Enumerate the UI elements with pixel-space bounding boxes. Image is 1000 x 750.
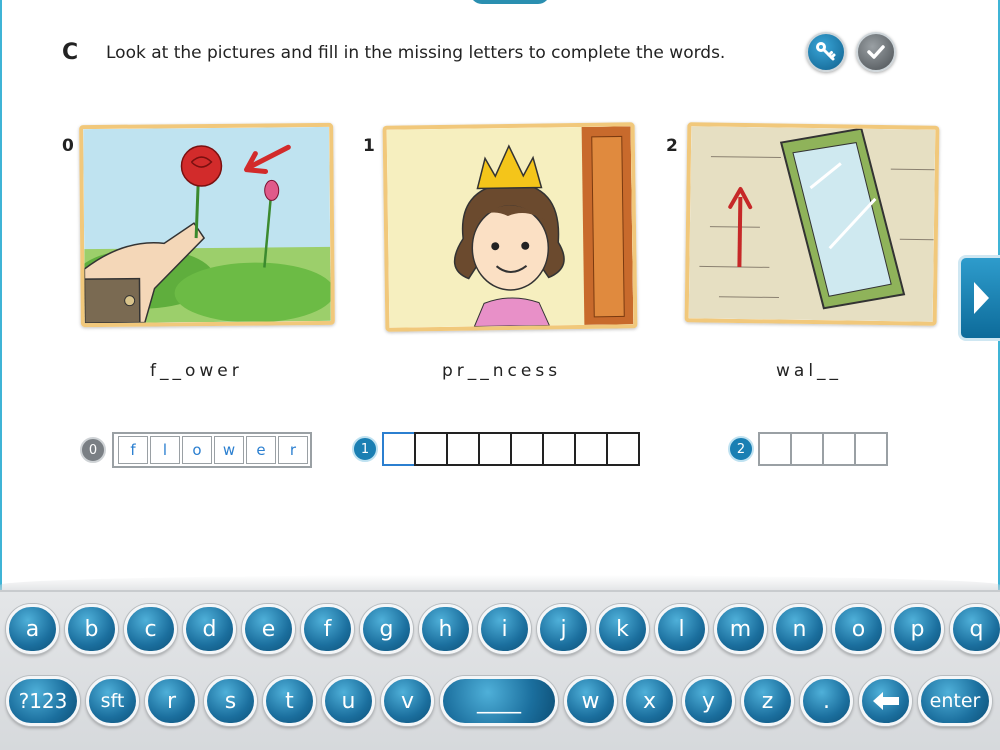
answer-boxes-2 <box>758 432 888 466</box>
letter-input-box[interactable] <box>382 432 416 466</box>
key-icon <box>816 42 836 61</box>
frame-left-border <box>0 0 2 590</box>
letter-input-box[interactable] <box>510 432 544 466</box>
check-answers-button[interactable] <box>856 32 896 72</box>
instruction-text: Look at the pictures and fill in the mis… <box>106 43 726 63</box>
answer-badge-0: 0 <box>80 437 106 463</box>
answer-boxes-1 <box>382 432 640 466</box>
key-y[interactable]: y <box>682 676 735 726</box>
key-space[interactable]: ____ <box>440 676 558 726</box>
keyboard-row-2: ?123 sft r s t u v ____ w x y z . enter <box>6 676 998 726</box>
key-t[interactable]: t <box>263 676 316 726</box>
key-enter[interactable]: enter <box>918 676 992 726</box>
keyboard-row-1: a b c d e f g h i j k l m n o p q <box>6 604 1000 654</box>
answer-key-button[interactable] <box>806 32 846 72</box>
answer-badge-2: 2 <box>728 436 754 462</box>
letter-input-box[interactable] <box>478 432 512 466</box>
word-clue-2: wal__ <box>776 361 843 381</box>
letter-input-box[interactable] <box>822 432 856 466</box>
key-b[interactable]: b <box>65 604 118 654</box>
answer-row-0: 0 f l o w e r <box>80 432 312 468</box>
key-s[interactable]: s <box>204 676 257 726</box>
chevron-right-icon <box>973 282 989 314</box>
key-e[interactable]: e <box>242 604 295 654</box>
key-z[interactable]: z <box>741 676 794 726</box>
answer-boxes-0: f l o w e r <box>112 432 312 468</box>
key-d[interactable]: d <box>183 604 236 654</box>
picture-flower <box>79 122 335 328</box>
key-period[interactable]: . <box>800 676 853 726</box>
key-w[interactable]: w <box>564 676 617 726</box>
letter-box: o <box>182 436 212 464</box>
key-x[interactable]: x <box>623 676 676 726</box>
letter-box: r <box>278 436 308 464</box>
key-j[interactable]: j <box>537 604 590 654</box>
key-v[interactable]: v <box>381 676 434 726</box>
word-clue-1: pr__ncess <box>442 361 562 381</box>
key-f[interactable]: f <box>301 604 354 654</box>
picture-number-1: 1 <box>363 136 375 156</box>
key-l[interactable]: l <box>655 604 708 654</box>
picture-princess <box>382 122 638 332</box>
key-g[interactable]: g <box>360 604 413 654</box>
letter-input-box[interactable] <box>542 432 576 466</box>
word-clue-0: f__ower <box>150 361 243 381</box>
section-letter: C <box>62 40 79 65</box>
key-k[interactable]: k <box>596 604 649 654</box>
letter-input-box[interactable] <box>790 432 824 466</box>
picture-wall <box>684 122 940 326</box>
key-n[interactable]: n <box>773 604 826 654</box>
letter-input-box[interactable] <box>574 432 608 466</box>
letter-box: w <box>214 436 244 464</box>
letter-input-box[interactable] <box>414 432 448 466</box>
backspace-arrow-icon <box>872 692 899 710</box>
answer-badge-1: 1 <box>352 436 378 462</box>
check-icon <box>867 45 885 59</box>
letter-input-box[interactable] <box>606 432 640 466</box>
key-shift[interactable]: sft <box>86 676 139 726</box>
answer-row-1: 1 <box>352 432 640 466</box>
onscreen-keyboard: a b c d e f g h i j k l m n o p q ?123 s… <box>0 590 1000 750</box>
key-o[interactable]: o <box>832 604 885 654</box>
picture-number-2: 2 <box>666 136 678 156</box>
key-i[interactable]: i <box>478 604 531 654</box>
letter-box: e <box>246 436 276 464</box>
letter-box: l <box>150 436 180 464</box>
key-c[interactable]: c <box>124 604 177 654</box>
next-page-button[interactable] <box>958 255 1000 341</box>
key-a[interactable]: a <box>6 604 59 654</box>
answer-row-2: 2 <box>728 432 888 466</box>
key-q[interactable]: q <box>950 604 1000 654</box>
key-u[interactable]: u <box>322 676 375 726</box>
letter-input-box[interactable] <box>758 432 792 466</box>
letter-input-box[interactable] <box>446 432 480 466</box>
key-numbers[interactable]: ?123 <box>6 676 80 726</box>
key-backspace[interactable] <box>859 676 912 726</box>
key-m[interactable]: m <box>714 604 767 654</box>
letter-box: f <box>118 436 148 464</box>
key-p[interactable]: p <box>891 604 944 654</box>
key-h[interactable]: h <box>419 604 472 654</box>
key-r[interactable]: r <box>145 676 198 726</box>
letter-input-box[interactable] <box>854 432 888 466</box>
picture-number-0: 0 <box>62 136 74 156</box>
top-tab <box>470 0 550 4</box>
